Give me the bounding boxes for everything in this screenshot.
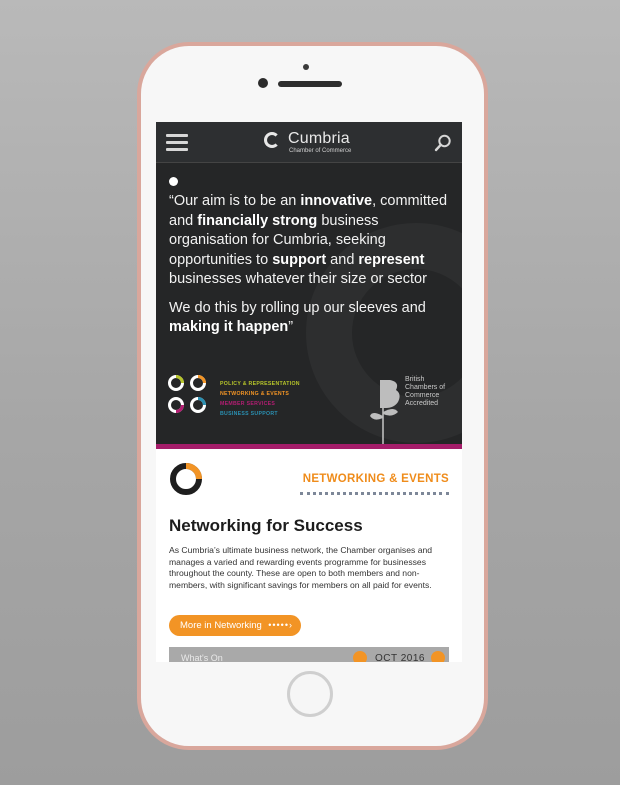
home-button[interactable] <box>287 671 333 717</box>
quote-paragraph-1: “Our aim is to be an innovative, committ… <box>169 193 448 287</box>
networking-circle-icon <box>170 463 202 495</box>
logo-subtitle: Chamber of Commerce <box>289 148 352 154</box>
card-body: As Cumbria’s ultimate business network, … <box>169 545 433 590</box>
bcc-accreditation: British Chambers of Commerce Accredited <box>368 376 458 444</box>
service-item-member[interactable]: MEMBER SERVICES <box>220 399 300 409</box>
section-label: NETWORKING & EVENTS <box>302 473 449 485</box>
dotted-arrow-icon: •••••› <box>268 620 293 630</box>
prev-event-icon[interactable] <box>353 651 367 662</box>
logo-ring-icon <box>264 132 280 148</box>
accr-line-2: Chambers of <box>405 384 446 391</box>
services-list: POLICY & REPRESENTATION NETWORKING & EVE… <box>220 379 300 419</box>
quote-paragraph-2: We do this by rolling up our sleeves and… <box>169 299 426 336</box>
service-item-networking[interactable]: NETWORKING & EVENTS <box>220 389 300 399</box>
accr-line-3: Commerce <box>405 392 440 399</box>
service-item-business[interactable]: BUSINESS SUPPORT <box>220 409 300 419</box>
next-event-icon[interactable] <box>431 651 445 662</box>
front-camera <box>258 78 268 88</box>
search-icon[interactable] <box>434 134 452 152</box>
event-strip-label: What's On <box>181 653 223 662</box>
services-circles-icon <box>168 375 206 413</box>
bcc-plant-logo-icon <box>370 380 400 444</box>
hamburger-icon[interactable] <box>166 134 188 151</box>
accr-line-1: British <box>405 376 425 383</box>
mission-quote: “Our aim is to be an innovative, committ… <box>169 192 457 347</box>
logo-name: Cumbria <box>288 130 350 147</box>
service-item-policy[interactable]: POLICY & REPRESENTATION <box>220 379 300 389</box>
hero-section: “Our aim is to be an innovative, committ… <box>156 163 462 444</box>
event-date: OCT 2016 <box>375 653 425 662</box>
accreditation-text: British Chambers of Commerce Accredited <box>405 376 445 408</box>
front-sensor <box>303 64 309 70</box>
more-in-networking-button[interactable]: More in Networking •••••› <box>169 615 301 636</box>
accr-line-4: Accredited <box>405 400 439 407</box>
event-strip[interactable]: What's On OCT 2016 <box>169 647 449 662</box>
card-title: Networking for Success <box>169 516 363 535</box>
phone-screen: Cumbria Chamber of Commerce “Our aim is … <box>156 122 462 662</box>
site-header: Cumbria Chamber of Commerce <box>156 122 462 163</box>
networking-card: NETWORKING & EVENTS Networking for Succe… <box>156 449 462 662</box>
earpiece-speaker <box>278 81 342 87</box>
button-label: More in Networking <box>180 620 262 631</box>
hero-bullet <box>169 177 178 186</box>
dotted-divider <box>300 492 449 495</box>
